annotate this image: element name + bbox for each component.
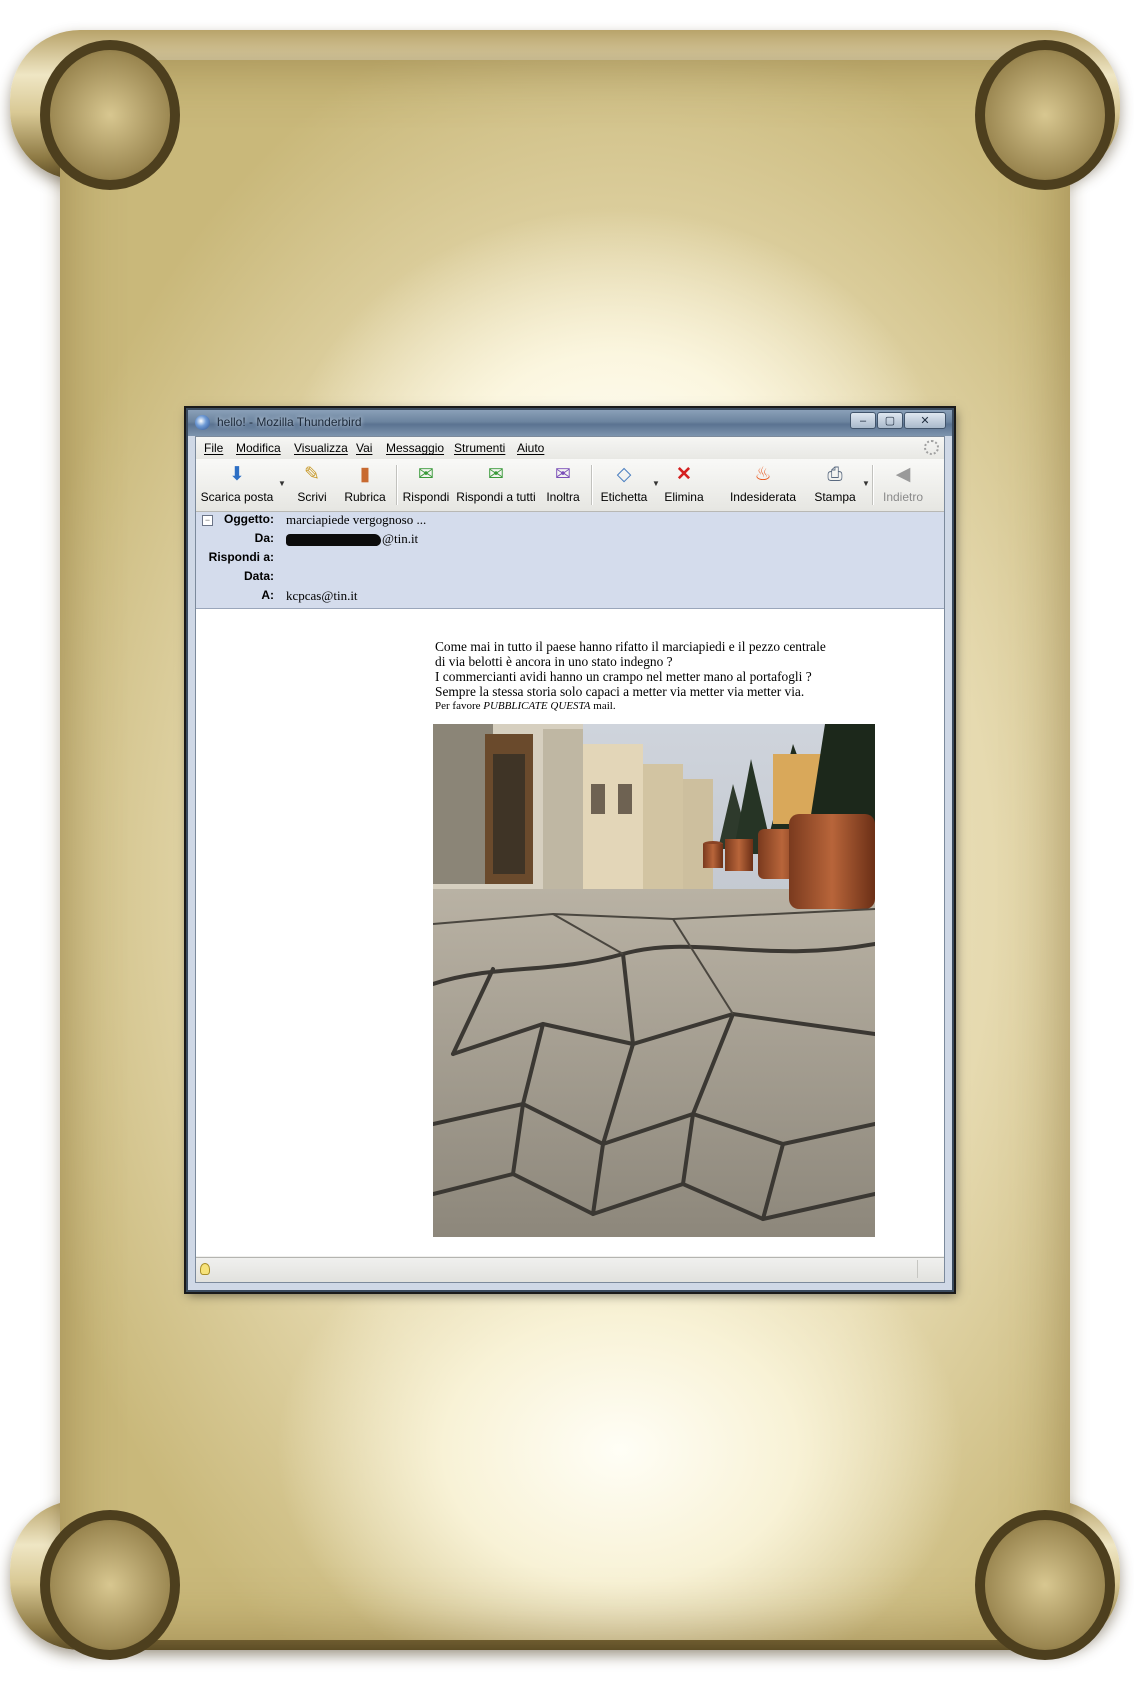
pencil-icon: ✎ (304, 464, 320, 485)
from-label: Da: (254, 531, 274, 545)
window-title: hello! - Mozilla Thunderbird (217, 415, 362, 429)
from-value[interactable]: @tin.it (286, 531, 418, 547)
message-body: Come mai in tutto il paese hanno rifatto… (196, 609, 944, 1256)
menu-modifica[interactable]: Modifica (236, 441, 281, 455)
plea-suffix: mail. (590, 700, 616, 712)
write-button[interactable]: ✎ Scrivi (292, 461, 332, 509)
menu-file[interactable]: File (204, 441, 223, 455)
tag-label: Etichetta (600, 490, 648, 504)
toolbar-separator (872, 465, 874, 505)
title-bar[interactable]: hello! - Mozilla Thunderbird – ▢ ✕ (188, 410, 952, 436)
window-controls: – ▢ ✕ (849, 412, 946, 430)
write-label: Scrivi (297, 490, 327, 504)
from-domain: @tin.it (382, 531, 419, 546)
scroll-curl-top-left (40, 40, 180, 190)
back-arrow-icon: ◀ (895, 464, 911, 485)
address-book-icon: ▮ (359, 464, 371, 485)
date-label: Data: (243, 569, 274, 583)
menu-bar: File Modifica Visualizza Vai Messaggio S… (196, 437, 944, 459)
header-row-date: Data: (196, 569, 944, 587)
menu-aiuto[interactable]: Aiuto (517, 441, 544, 455)
minimize-button[interactable]: – (850, 412, 876, 429)
print-label: Stampa (814, 490, 856, 504)
delete-icon: ✕ (676, 464, 692, 485)
download-mail-icon: ⬇ (229, 464, 245, 485)
status-bar-panel (917, 1260, 930, 1278)
message-header-pane: − Oggetto: marciapiede vergognoso ... Da… (196, 512, 944, 609)
scroll-curl-bottom-right (975, 1510, 1115, 1660)
message-line: Sempre la stessa storia solo capaci a me… (435, 684, 805, 699)
tag-dropdown-icon[interactable]: ▼ (652, 479, 660, 488)
close-button[interactable]: ✕ (904, 412, 946, 429)
toolbar-separator (396, 465, 398, 505)
message-line: Per favore PUBBLICATE QUESTA mail. (435, 699, 826, 714)
scroll-curl-bottom-left (40, 1510, 180, 1660)
message-line: Come mai in tutto il paese hanno rifatto… (435, 639, 826, 654)
menu-messaggio[interactable]: Messaggio (386, 441, 444, 455)
junk-flame-icon: ♨ (754, 464, 772, 485)
maximize-button[interactable]: ▢ (877, 412, 903, 429)
toolbar-separator (591, 465, 593, 505)
junk-label: Indesiderata (729, 490, 797, 504)
to-value[interactable]: kcpcas@tin.it (286, 588, 358, 604)
print-dropdown-icon[interactable]: ▼ (862, 479, 870, 488)
back-button[interactable]: ◀ Indietro (878, 461, 928, 509)
forward-button[interactable]: ✉ Inoltra (543, 461, 583, 509)
header-row-subject: − Oggetto: marciapiede vergognoso ... (196, 512, 944, 530)
subject-label: Oggetto: (224, 512, 274, 526)
print-icon: ⎙ (827, 464, 843, 485)
plea-emphasis: PUBBLICATE QUESTA (483, 700, 591, 712)
get-mail-dropdown-icon[interactable]: ▼ (278, 479, 286, 488)
reply-all-icon: ✉ (488, 464, 504, 485)
plea-prefix: Per favore (435, 700, 484, 712)
reply-to-label: Rispondi a: (208, 550, 274, 564)
reply-icon: ✉ (418, 464, 434, 485)
back-label: Indietro (882, 490, 924, 504)
activity-throbber-icon (924, 440, 939, 455)
thunderbird-window: hello! - Mozilla Thunderbird – ▢ ✕ File … (186, 408, 954, 1292)
delete-label: Elimina (664, 490, 704, 504)
header-row-reply-to: Rispondi a: (196, 550, 944, 568)
lightbulb-icon: i (200, 1263, 210, 1275)
get-mail-label: Scarica posta (200, 490, 274, 504)
message-text: Come mai in tutto il paese hanno rifatto… (435, 639, 826, 714)
reply-all-label: Rispondi a tutti (456, 490, 536, 504)
message-line: di via belotti è ancora in uno stato ind… (435, 654, 673, 669)
forward-icon: ✉ (555, 464, 571, 485)
scroll-curl-top-right (975, 40, 1115, 190)
address-book-button[interactable]: ▮ Rubrica (341, 461, 389, 509)
reply-all-button[interactable]: ✉ Rispondi a tutti (454, 461, 538, 509)
subject-value: marciapiede vergognoso ... (286, 512, 427, 527)
address-book-label: Rubrica (344, 490, 386, 504)
to-label: A: (261, 588, 274, 602)
collapse-headers-toggle[interactable]: − (202, 515, 213, 526)
tag-icon: ◇ (616, 464, 632, 485)
sidewalk-photo (433, 724, 875, 1237)
main-toolbar: ⬇ Scarica posta ▼ ✎ Scrivi ▮ Rubrica ✉ R… (196, 459, 944, 512)
reply-label: Rispondi (402, 490, 450, 504)
status-bar: i (196, 1257, 944, 1282)
menu-visualizza[interactable]: Visualizza (294, 441, 348, 455)
forward-label: Inoltra (546, 490, 580, 504)
print-button[interactable]: ⎙ Stampa (812, 461, 858, 509)
delete-button[interactable]: ✕ Elimina (661, 461, 707, 509)
tag-button[interactable]: ◇ Etichetta (598, 461, 650, 509)
get-mail-button[interactable]: ⬇ Scarica posta (199, 461, 275, 509)
reply-button[interactable]: ✉ Rispondi (401, 461, 451, 509)
menu-strumenti[interactable]: Strumenti (454, 441, 505, 455)
junk-button[interactable]: ♨ Indesiderata (726, 461, 800, 509)
window-client-area: File Modifica Visualizza Vai Messaggio S… (195, 436, 945, 1283)
message-line: I commercianti avidi hanno un crampo nel… (435, 669, 812, 684)
header-row-from: Da: @tin.it (196, 531, 944, 549)
redacted-sender-mark (286, 534, 381, 547)
thunderbird-app-icon (195, 415, 210, 430)
menu-vai[interactable]: Vai (356, 441, 372, 455)
header-row-to: A: kcpcas@tin.it (196, 588, 944, 606)
